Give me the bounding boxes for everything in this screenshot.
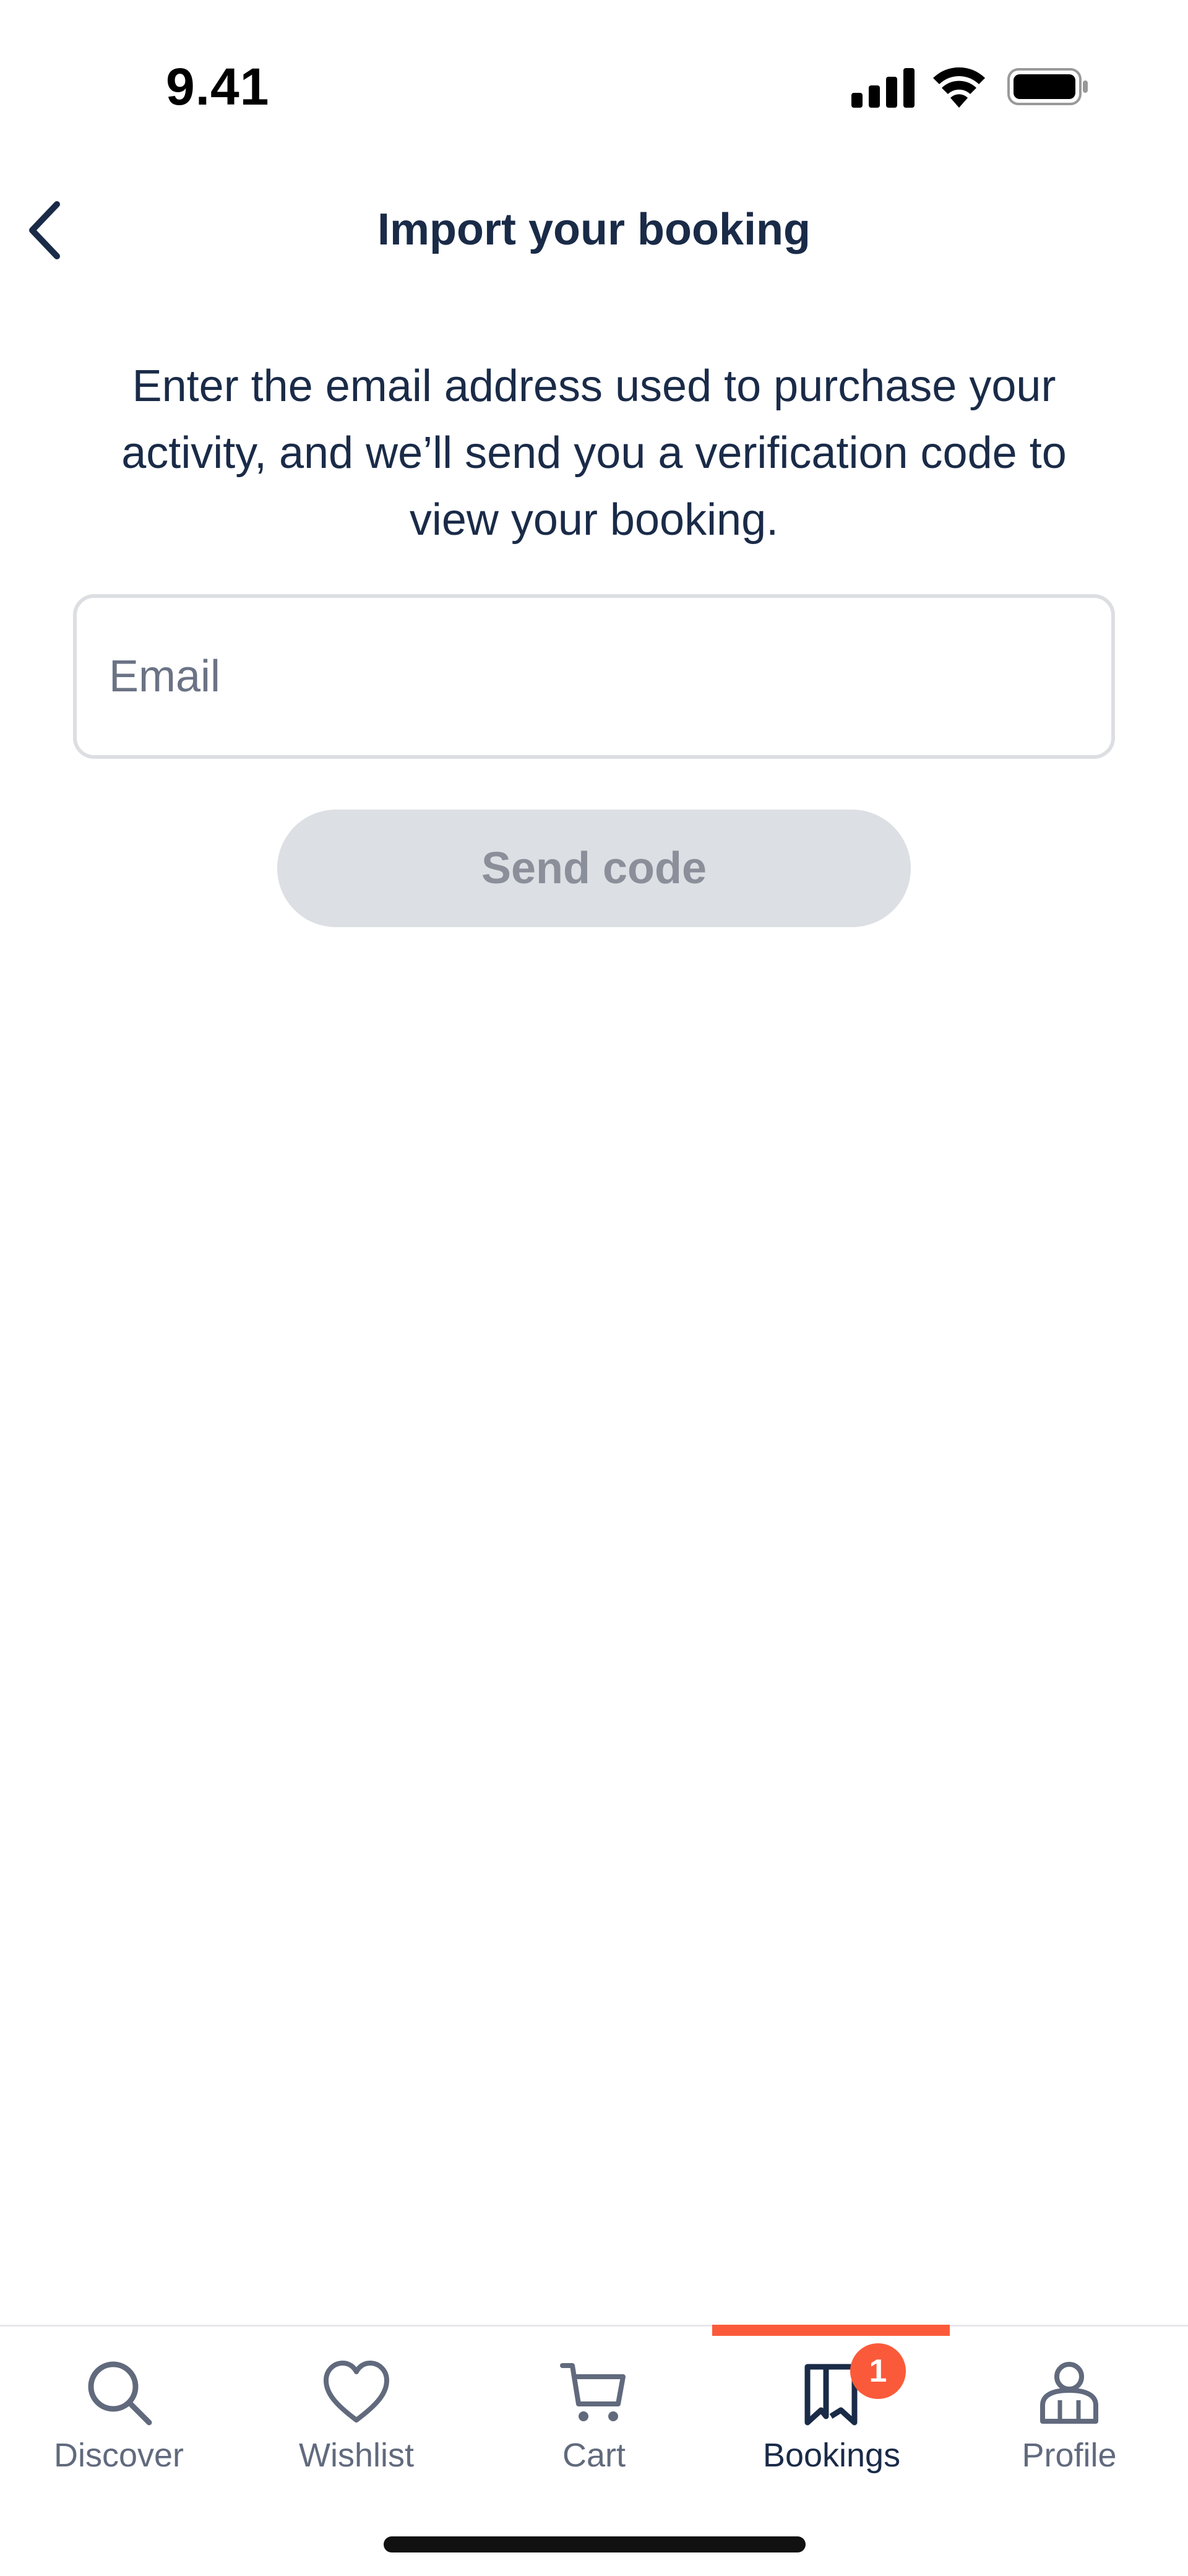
search-icon (88, 2361, 152, 2426)
send-code-button[interactable]: Send code (277, 810, 911, 927)
status-time: 9.41 (166, 58, 270, 116)
instructions-text: Enter the email address used to purchase… (121, 361, 1067, 545)
tab-wishlist[interactable]: Wishlist (238, 2333, 475, 2488)
tab-label-profile: Profile (1022, 2437, 1117, 2474)
heart-icon (324, 2361, 389, 2423)
profile-icon (1040, 2362, 1098, 2424)
cellular-signal-icon (851, 68, 915, 108)
tab-label-discover: Discover (53, 2437, 184, 2474)
battery-icon (1007, 68, 1088, 105)
cart-icon (560, 2363, 626, 2421)
page-title: Import your booking (377, 205, 811, 254)
tab-label-wishlist: Wishlist (299, 2437, 414, 2474)
tab-bar-divider (0, 2325, 1188, 2327)
tab-cart[interactable]: Cart (475, 2333, 713, 2488)
wifi-icon (933, 67, 985, 108)
bookings-badge: 1 (850, 2343, 906, 2399)
tab-bookings[interactable]: Bookings (713, 2333, 950, 2488)
tab-discover[interactable]: Discover (0, 2333, 238, 2488)
tab-label-bookings: Bookings (762, 2437, 901, 2474)
email-field[interactable] (73, 594, 1115, 759)
tab-label-cart: Cart (562, 2437, 626, 2474)
tab-profile[interactable]: Profile (950, 2333, 1188, 2488)
home-indicator (384, 2536, 806, 2552)
